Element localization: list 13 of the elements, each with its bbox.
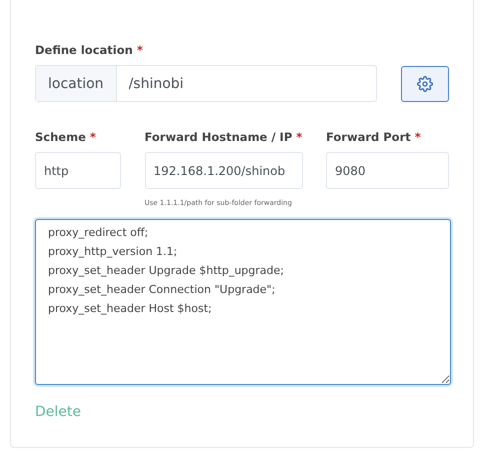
settings-button[interactable]: [401, 66, 449, 102]
field-label: Define location *: [35, 43, 144, 57]
settings-icon: [417, 76, 433, 92]
field-label: Scheme *: [35, 130, 97, 144]
location-input[interactable]: /shinobi: [116, 66, 376, 101]
field-label: Forward Port *: [326, 130, 422, 144]
input-prefix: location: [36, 66, 117, 101]
field-label: Forward Hostname / IP *: [144, 130, 302, 144]
text-input[interactable]: http: [35, 152, 121, 189]
text-input[interactable]: 192.168.1.200/shinob: [144, 152, 302, 189]
location-input-group[interactable]: location /shinobi: [35, 65, 377, 102]
config-textarea[interactable]: proxy_redirect off; proxy_http_version 1.1; proxy_set_header Upgrade $http_upgrade; proxy_set_header Connection "Upgrade"; proxy_set_header Host $host;: [35, 219, 451, 385]
text-input[interactable]: 9080: [326, 152, 449, 189]
